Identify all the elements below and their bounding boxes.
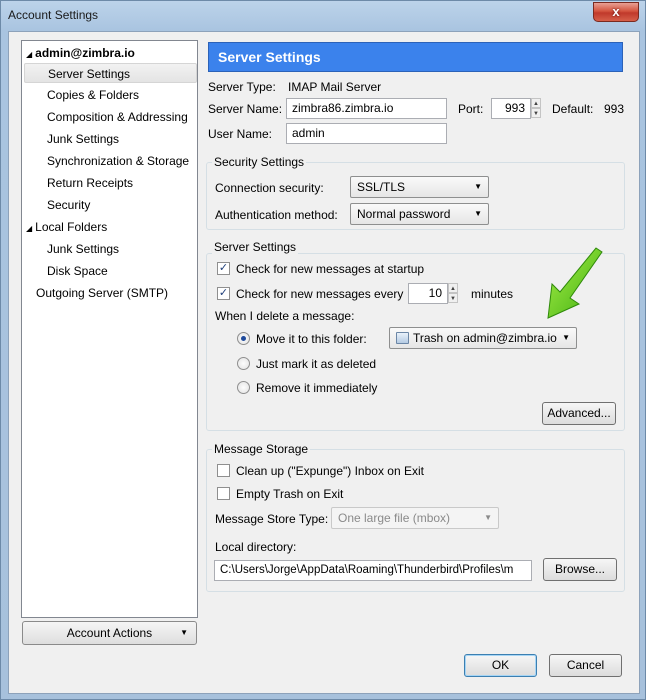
- tree-item-security[interactable]: Security: [47, 195, 90, 215]
- check-every-checkbox[interactable]: ✓: [217, 287, 230, 300]
- tree-item-junk-settings[interactable]: Junk Settings: [47, 129, 119, 149]
- server-settings-title: Server Settings: [212, 240, 299, 254]
- account-tree: ◢ admin@zimbra.io Server Settings Copies …: [21, 40, 198, 618]
- window-title: Account Settings: [8, 8, 99, 22]
- interval-spinner[interactable]: ▲ ▼: [448, 283, 458, 304]
- port-input[interactable]: 993: [491, 98, 531, 119]
- port-spinner[interactable]: ▲ ▼: [531, 98, 541, 119]
- empty-trash-label: Empty Trash on Exit: [236, 487, 344, 501]
- connection-security-value: SSL/TLS: [357, 180, 406, 194]
- mark-deleted-radio[interactable]: [237, 357, 250, 370]
- green-arrow-icon: [547, 247, 603, 319]
- move-to-folder-radio[interactable]: [237, 332, 250, 345]
- tree-item-label: Local Folders: [35, 220, 108, 234]
- tree-item-outgoing-server[interactable]: Outgoing Server (SMTP): [36, 283, 168, 303]
- empty-trash-checkbox[interactable]: [217, 487, 230, 500]
- store-type-label: Message Store Type:: [215, 512, 329, 526]
- expunge-inbox-label: Clean up ("Expunge") Inbox on Exit: [236, 464, 424, 478]
- ok-button[interactable]: OK: [464, 654, 537, 677]
- expunge-inbox-checkbox[interactable]: [217, 464, 230, 477]
- trash-folder-icon: [396, 332, 409, 344]
- collapse-icon: ◢: [26, 50, 33, 59]
- tree-local-folders[interactable]: ◢ Local Folders: [26, 217, 107, 237]
- local-directory-label: Local directory:: [215, 540, 297, 554]
- spin-up-icon[interactable]: ▲: [531, 98, 541, 108]
- spin-down-icon[interactable]: ▼: [448, 293, 458, 303]
- store-type-value: One large file (mbox): [338, 511, 451, 525]
- browse-button[interactable]: Browse...: [543, 558, 617, 581]
- trash-folder-select[interactable]: Trash on admin@zimbra.io ▼: [389, 327, 577, 349]
- dropdown-caret-icon: ▼: [180, 628, 188, 637]
- dialog-client-area: ◢ admin@zimbra.io Server Settings Copies …: [8, 31, 640, 694]
- dropdown-arrow-icon: ▼: [484, 513, 492, 522]
- collapse-icon: ◢: [26, 224, 33, 233]
- default-port-value: 993: [604, 102, 625, 116]
- remove-immediately-label: Remove it immediately: [256, 381, 378, 395]
- server-type-value: IMAP Mail Server: [288, 80, 382, 94]
- server-type-label: Server Type:: [208, 80, 276, 94]
- check-startup-label: Check for new messages at startup: [236, 262, 425, 276]
- connection-security-select[interactable]: SSL/TLS ▼: [350, 176, 489, 198]
- user-name-input[interactable]: admin: [286, 123, 447, 144]
- local-directory-input[interactable]: C:\Users\Jorge\AppData\Roaming\Thunderbi…: [214, 560, 532, 581]
- delete-message-label: When I delete a message:: [215, 309, 355, 323]
- advanced-button[interactable]: Advanced...: [542, 402, 616, 425]
- close-button[interactable]: x: [593, 2, 639, 22]
- account-actions-button[interactable]: Account Actions ▼: [22, 621, 197, 645]
- cancel-button[interactable]: Cancel: [549, 654, 622, 677]
- minutes-label: minutes: [471, 287, 514, 301]
- tree-item-server-settings[interactable]: Server Settings: [24, 63, 197, 83]
- user-name-label: User Name:: [208, 127, 273, 141]
- server-name-input[interactable]: zimbra86.zimbra.io: [286, 98, 447, 119]
- trash-folder-value: Trash on admin@zimbra.io: [413, 331, 557, 345]
- tree-item-local-junk-settings[interactable]: Junk Settings: [47, 239, 119, 259]
- security-settings-title: Security Settings: [212, 155, 307, 169]
- check-startup-checkbox[interactable]: ✓: [217, 262, 230, 275]
- connection-security-label: Connection security:: [215, 181, 324, 195]
- auth-method-select[interactable]: Normal password ▼: [350, 203, 489, 225]
- server-name-label: Server Name:: [208, 102, 283, 116]
- dropdown-arrow-icon: ▼: [474, 182, 482, 191]
- page-title: Server Settings: [208, 42, 623, 72]
- default-port-label: Default:: [552, 102, 594, 116]
- check-interval-input[interactable]: 10: [408, 283, 448, 304]
- account-actions-label: Account Actions: [66, 626, 153, 640]
- tree-item-label: admin@zimbra.io: [35, 46, 135, 60]
- tree-item-synchronization[interactable]: Synchronization & Storage: [47, 151, 189, 171]
- tree-item-composition[interactable]: Composition & Addressing: [47, 107, 188, 127]
- auth-method-value: Normal password: [357, 207, 451, 221]
- title-bar[interactable]: Account Settings x: [1, 1, 645, 31]
- check-every-label: Check for new messages every: [236, 287, 404, 301]
- tree-item-label: Server Settings: [48, 67, 131, 81]
- tree-item-copies-folders[interactable]: Copies & Folders: [47, 85, 139, 105]
- port-label: Port:: [458, 102, 484, 116]
- account-settings-window: Account Settings x ◢ admin@zimbra.io Serv…: [0, 0, 646, 700]
- move-to-folder-label: Move it to this folder:: [256, 332, 367, 346]
- remove-immediately-radio[interactable]: [237, 381, 250, 394]
- tree-account-admin[interactable]: ◢ admin@zimbra.io: [26, 43, 135, 63]
- store-type-select[interactable]: One large file (mbox) ▼: [331, 507, 499, 529]
- spin-down-icon[interactable]: ▼: [531, 108, 541, 118]
- dropdown-arrow-icon: ▼: [474, 209, 482, 218]
- mark-deleted-label: Just mark it as deleted: [256, 357, 377, 371]
- dropdown-arrow-icon: ▼: [562, 333, 570, 342]
- auth-method-label: Authentication method:: [215, 208, 338, 222]
- tree-item-return-receipts[interactable]: Return Receipts: [47, 173, 133, 193]
- message-storage-title: Message Storage: [212, 442, 311, 456]
- spin-up-icon[interactable]: ▲: [448, 283, 458, 293]
- tree-item-disk-space[interactable]: Disk Space: [47, 261, 108, 281]
